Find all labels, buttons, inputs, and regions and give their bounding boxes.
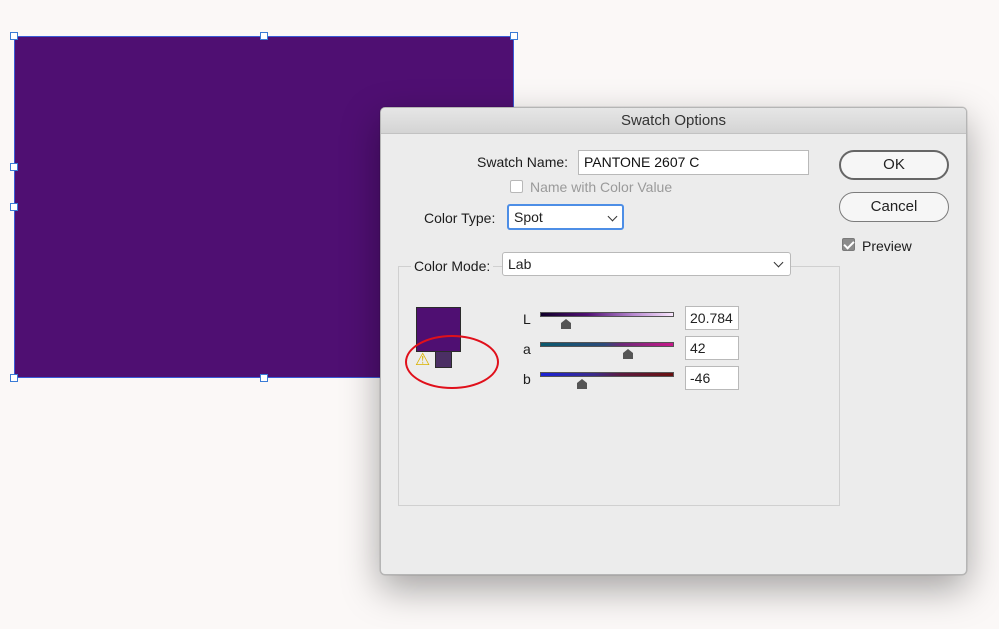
slider-thumb-a[interactable]	[623, 349, 633, 359]
dialog-title: Swatch Options	[381, 108, 966, 134]
value-input-a[interactable]: 42	[685, 336, 739, 360]
preview-checkbox[interactable]	[842, 238, 855, 251]
swatch-options-dialog: Swatch Options Swatch Name: PANTONE 2607…	[380, 107, 967, 575]
selection-handle-bottom-left[interactable]	[10, 374, 18, 382]
swatch-name-input[interactable]: PANTONE 2607 C	[578, 150, 809, 175]
selection-handle-middle-left[interactable]	[10, 163, 18, 171]
slider-track-b[interactable]	[540, 372, 674, 377]
chevron-down-icon	[607, 211, 618, 222]
value-input-b[interactable]: -46	[685, 366, 739, 390]
slider-track-l[interactable]	[540, 312, 674, 317]
slider-label-l: L	[523, 311, 531, 327]
selection-handle-bottom-middle[interactable]	[260, 374, 268, 382]
value-input-l[interactable]: 20.784	[685, 306, 739, 330]
slider-label-a: a	[523, 341, 531, 357]
color-mode-select[interactable]: Lab	[502, 252, 791, 276]
name-with-color-value-checkbox[interactable]	[510, 180, 523, 193]
color-mode-value: Lab	[508, 256, 532, 272]
selection-handle-center-left[interactable]	[10, 203, 18, 211]
chevron-down-icon	[773, 257, 784, 268]
selection-handle-top-left[interactable]	[10, 32, 18, 40]
cancel-button[interactable]: Cancel	[839, 192, 949, 222]
selection-handle-top-right[interactable]	[510, 32, 518, 40]
slider-thumb-l[interactable]	[561, 319, 571, 329]
color-mode-label: Color Mode:	[411, 258, 494, 274]
preview-label: Preview	[862, 238, 912, 254]
name-with-color-value-label: Name with Color Value	[530, 179, 673, 195]
selection-handle-top-middle[interactable]	[260, 32, 268, 40]
ok-button[interactable]: OK	[839, 150, 949, 180]
color-type-select[interactable]: Spot	[507, 204, 624, 230]
slider-thumb-b[interactable]	[577, 379, 587, 389]
red-annotation-circle	[405, 335, 499, 389]
swatch-name-label: Swatch Name:	[477, 154, 569, 170]
slider-label-b: b	[523, 371, 531, 387]
slider-track-a[interactable]	[540, 342, 674, 347]
color-type-label: Color Type:	[424, 210, 496, 226]
color-type-value: Spot	[514, 209, 543, 225]
